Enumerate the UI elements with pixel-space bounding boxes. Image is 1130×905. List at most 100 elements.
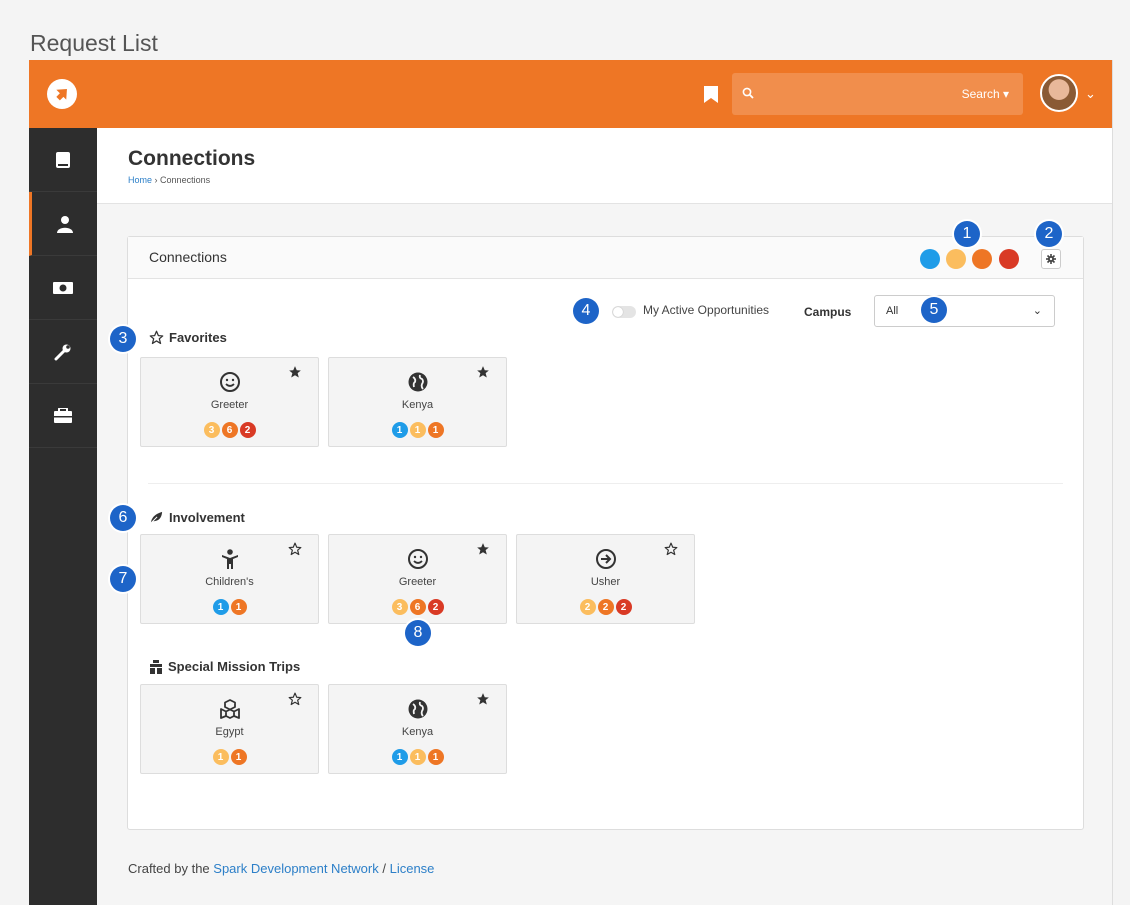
star-filled-icon[interactable] xyxy=(476,542,490,556)
sidebar-item-people[interactable] xyxy=(29,192,97,256)
status-badge: 1 xyxy=(212,599,229,615)
globe-icon xyxy=(408,699,428,719)
user-avatar[interactable] xyxy=(1040,74,1078,112)
status-badge: 2 xyxy=(597,599,614,615)
sidebar-item-tools[interactable] xyxy=(29,384,97,448)
search-dropdown-label[interactable]: Search ▾ xyxy=(962,87,1009,101)
chevron-down-icon[interactable]: ⌄ xyxy=(1085,86,1096,102)
leaf-icon xyxy=(150,511,163,524)
card-name: Children's xyxy=(205,576,254,588)
footer: Crafted by the Spark Development Network… xyxy=(128,861,434,876)
smile-icon xyxy=(408,549,428,569)
opportunity-card[interactable]: Greeter 3 6 2 xyxy=(328,534,507,624)
footer-separator: / xyxy=(378,861,390,876)
status-badges: 3 6 2 xyxy=(141,422,318,438)
section-label-text: Special Mission Trips xyxy=(168,659,301,674)
sidebar-item-admin-tools[interactable] xyxy=(29,320,97,384)
callout-marker: 6 xyxy=(110,505,136,531)
breadcrumb: Home › Connections xyxy=(128,175,210,185)
status-badges: 1 1 1 xyxy=(329,422,506,438)
star-filled-icon[interactable] xyxy=(288,365,302,379)
callout-marker: 3 xyxy=(110,326,136,352)
status-badge: 1 xyxy=(230,749,247,765)
connections-panel: Connections My Active Opportunities Camp… xyxy=(127,236,1084,830)
book-icon xyxy=(56,151,70,168)
status-badges: 2 2 2 xyxy=(517,599,694,615)
status-badges: 1 1 xyxy=(141,599,318,615)
briefcase-icon xyxy=(54,407,72,423)
status-badge: 1 xyxy=(409,749,426,765)
callout-marker: 1 xyxy=(954,221,980,247)
campus-select-value: All xyxy=(886,305,899,317)
opportunity-card[interactable]: Usher 2 2 2 xyxy=(516,534,695,624)
campus-label: Campus xyxy=(804,305,852,319)
sidebar-item-documents[interactable] xyxy=(29,128,97,192)
my-active-opportunities-toggle[interactable] xyxy=(612,306,636,318)
breadcrumb-home-link[interactable]: Home xyxy=(128,175,152,185)
section-involvement: Involvement xyxy=(149,510,245,525)
opportunity-card[interactable]: Kenya 1 1 1 xyxy=(328,357,507,447)
spark-network-link[interactable]: Spark Development Network xyxy=(213,861,378,876)
section-special-mission-trips: Special Mission Trips xyxy=(149,659,300,674)
section-favorites: Favorites xyxy=(149,330,227,345)
card-name: Greeter xyxy=(398,576,437,588)
app-window: Search ▾ ⌄ Connections Home › Connection… xyxy=(29,60,1113,905)
status-filter-blue[interactable] xyxy=(920,249,940,269)
status-filter-yellow[interactable] xyxy=(946,249,966,269)
smile-icon xyxy=(220,372,240,392)
callout-marker: 7 xyxy=(110,566,136,592)
gear-icon xyxy=(1046,254,1056,264)
section-divider xyxy=(148,483,1063,484)
chevron-down-icon: ⌄ xyxy=(1032,305,1042,317)
settings-button[interactable] xyxy=(1041,249,1061,269)
sidebar-item-finance[interactable] xyxy=(29,256,97,320)
search-icon xyxy=(742,87,754,99)
wrench-icon xyxy=(54,344,71,360)
child-icon xyxy=(222,549,238,569)
status-badge: 1 xyxy=(409,422,426,438)
globe-icon xyxy=(408,372,428,392)
page-title: Connections xyxy=(128,147,256,170)
breadcrumb-current: Connections xyxy=(160,175,211,185)
status-badge: 1 xyxy=(391,749,408,765)
card-name: Kenya xyxy=(401,726,434,738)
user-icon xyxy=(56,215,73,233)
status-badge: 2 xyxy=(579,599,596,615)
opportunity-card[interactable]: Greeter 3 6 2 xyxy=(140,357,319,447)
status-badge: 3 xyxy=(391,599,408,615)
license-link[interactable]: License xyxy=(390,861,435,876)
star-outline-icon[interactable] xyxy=(664,542,678,556)
campus-select[interactable]: All ⌄ xyxy=(874,295,1055,327)
status-badges: 1 1 xyxy=(141,749,318,765)
callout-marker: 5 xyxy=(921,297,947,323)
star-outline-icon xyxy=(149,330,164,345)
status-filter-orange[interactable] xyxy=(972,249,992,269)
status-badge: 6 xyxy=(409,599,426,615)
status-badge: 2 xyxy=(615,599,632,615)
status-badge: 2 xyxy=(239,422,256,438)
search-bar[interactable]: Search ▾ xyxy=(732,73,1023,115)
status-filter-red[interactable] xyxy=(999,249,1019,269)
sidebar xyxy=(29,128,97,905)
status-badge: 1 xyxy=(212,749,229,765)
page-header: Connections Home › Connections xyxy=(97,128,1112,204)
opportunity-card[interactable]: Egypt 1 1 xyxy=(140,684,319,774)
bookmark-icon[interactable] xyxy=(704,86,718,103)
star-outline-icon[interactable] xyxy=(288,542,302,556)
money-icon xyxy=(53,281,73,294)
status-badge: 1 xyxy=(391,422,408,438)
star-filled-icon[interactable] xyxy=(476,365,490,379)
section-label-text: Involvement xyxy=(169,510,245,525)
status-badge: 3 xyxy=(203,422,220,438)
people-group-icon xyxy=(150,659,162,674)
rock-logo-icon[interactable] xyxy=(47,79,77,109)
opportunity-card[interactable]: Children's 1 1 xyxy=(140,534,319,624)
star-outline-icon[interactable] xyxy=(288,692,302,706)
opportunity-card[interactable]: Kenya 1 1 1 xyxy=(328,684,507,774)
card-name: Egypt xyxy=(215,726,244,738)
star-filled-icon[interactable] xyxy=(476,692,490,706)
toggle-label: My Active Opportunities xyxy=(643,303,770,317)
document-title: Request List xyxy=(30,30,158,56)
panel-title: Connections xyxy=(149,249,227,265)
status-badges: 1 1 1 xyxy=(329,749,506,765)
